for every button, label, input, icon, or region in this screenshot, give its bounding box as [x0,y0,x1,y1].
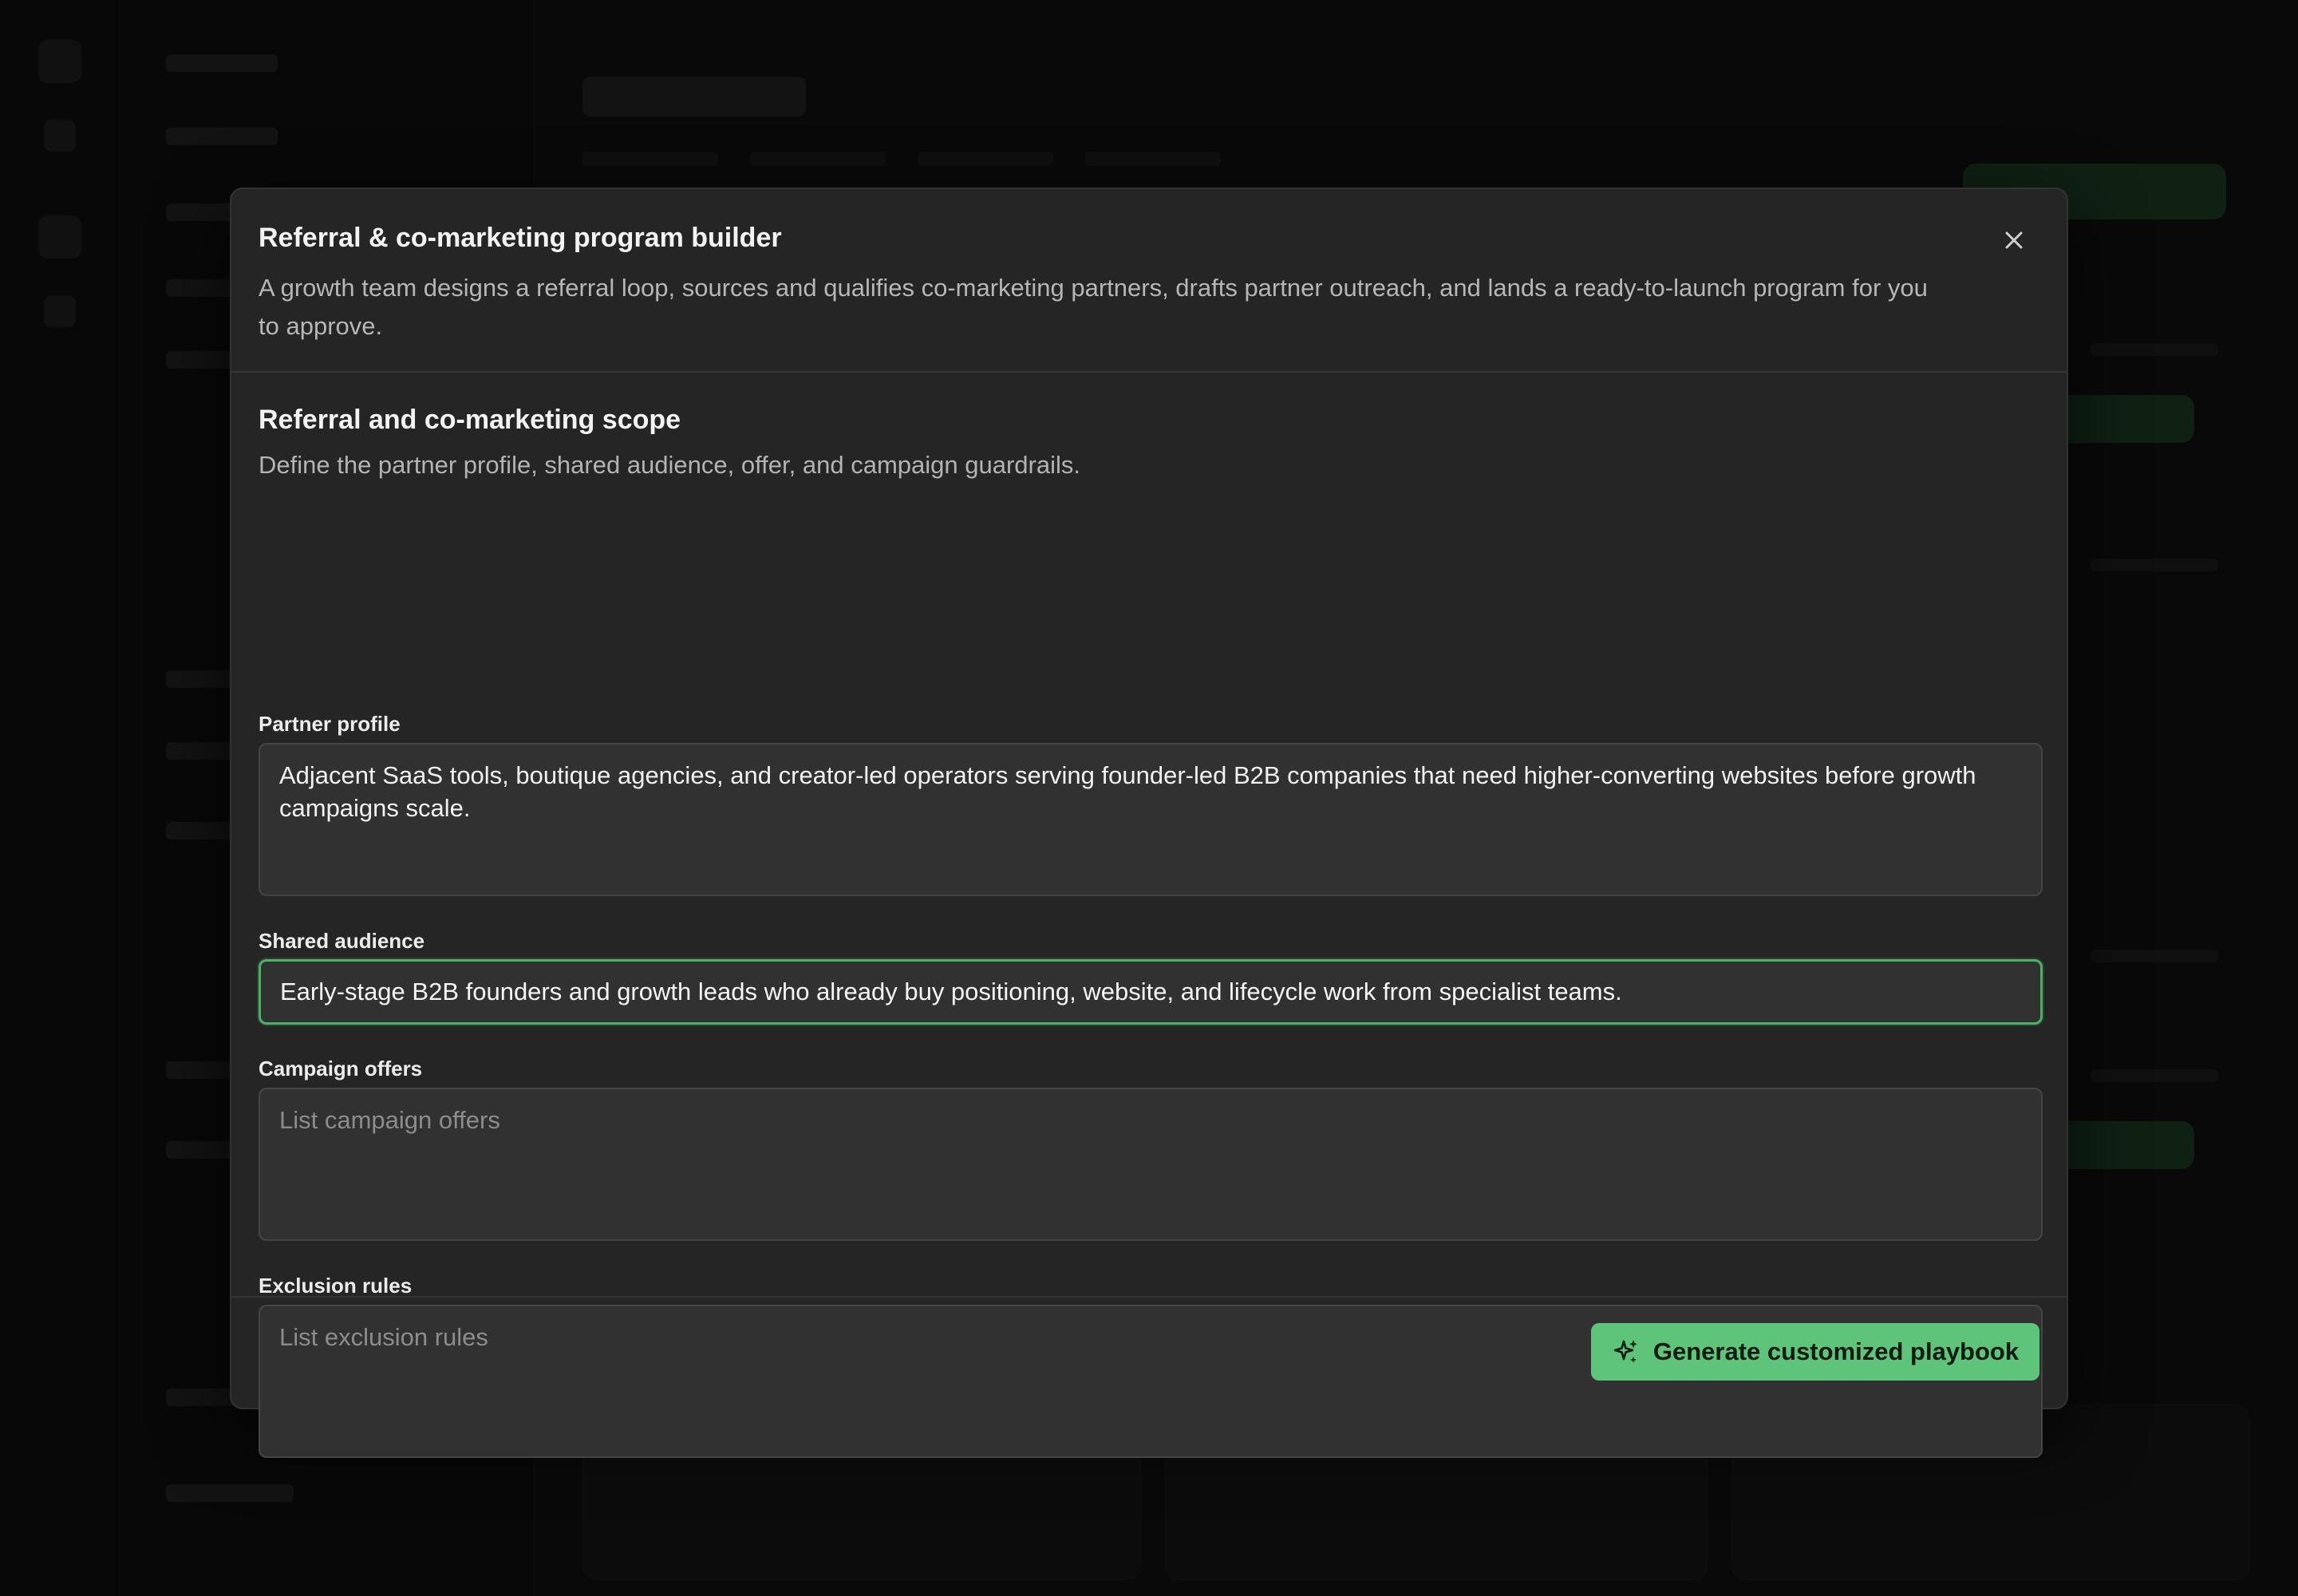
shared-audience-label: Shared audience [259,929,425,953]
dialog-description: A growth team designs a referral loop, s… [259,274,1928,340]
close-button[interactable] [1995,221,2033,259]
shared-audience-input[interactable]: Early-stage B2B founders and growth lead… [259,959,2043,1025]
dialog-footer: Generate customized playbook [231,1296,2067,1408]
generate-playbook-label: Generate customized playbook [1652,1337,2020,1365]
exclusion-rules-label: Exclusion rules [259,1274,413,1298]
section-description: Define the partner profile, shared audie… [259,451,1080,479]
dialog-header: Referral & co-marketing program builder … [231,189,2067,373]
sparkle-icon [1613,1340,1637,1363]
campaign-offers-textarea[interactable]: List campaign offers [259,1088,2043,1241]
partner-profile-textarea[interactable]: Adjacent SaaS tools, boutique agencies, … [259,743,2043,896]
generate-playbook-button[interactable]: Generate customized playbook [1591,1323,2039,1381]
partner-profile-label: Partner profile [259,712,401,736]
dialog-title: Referral & co-marketing program builder [259,223,782,253]
close-icon [2005,231,2023,249]
campaign-offers-label: Campaign offers [259,1057,423,1080]
program-builder-dialog: Referral & co-marketing program builder … [230,188,2068,1458]
section-title: Referral and co-marketing scope [259,405,681,435]
